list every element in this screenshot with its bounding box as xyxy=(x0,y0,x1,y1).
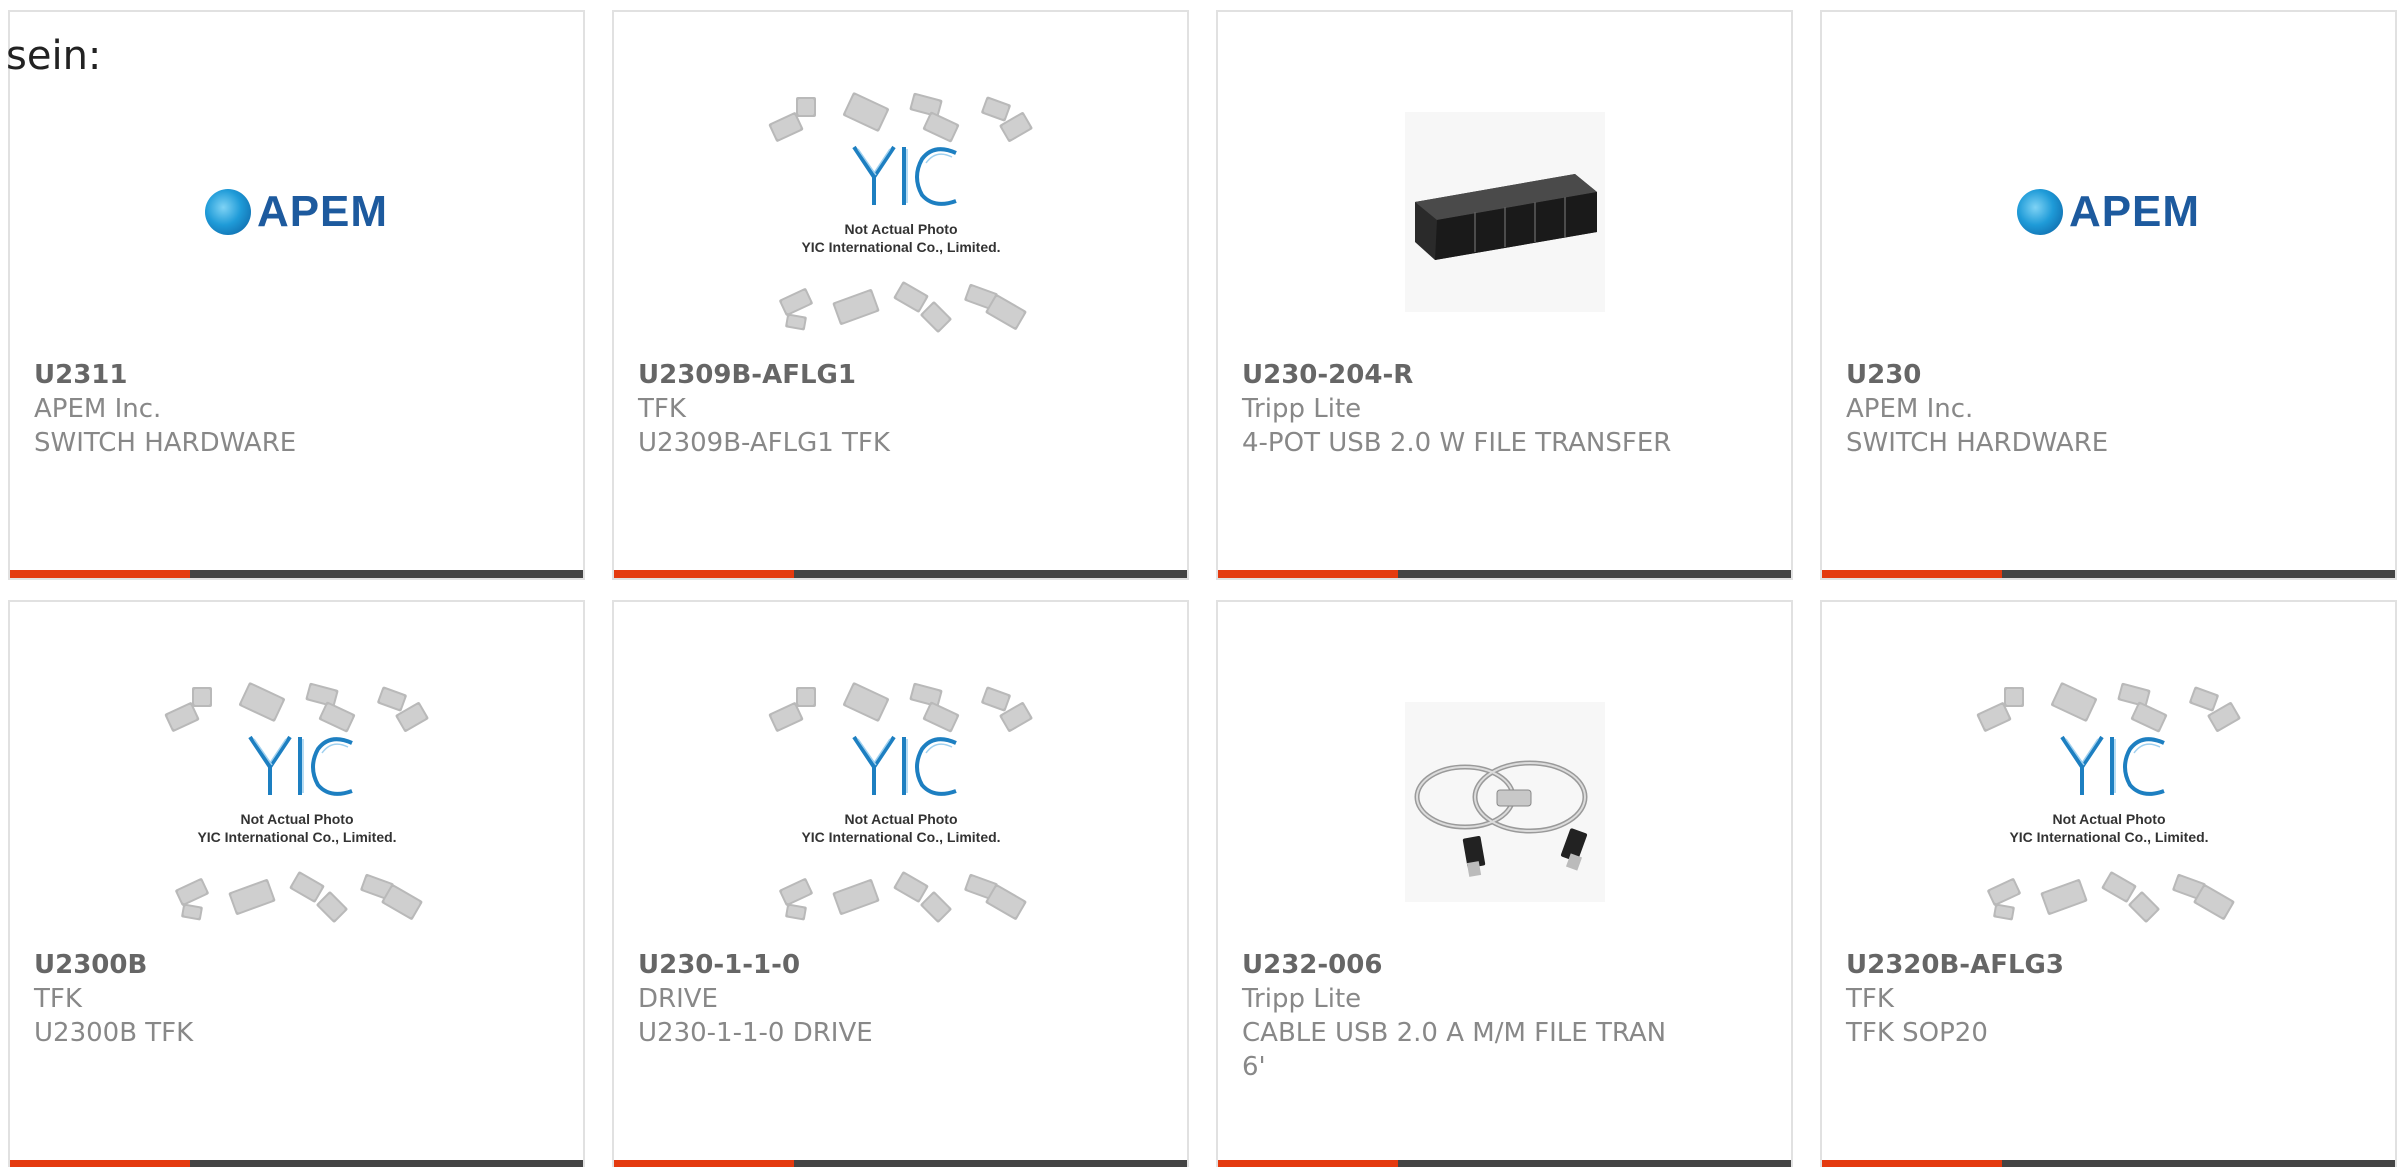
card-accent-bar xyxy=(1822,1160,2395,1167)
apem-logo-text: APEM xyxy=(256,187,389,236)
manufacturer-name: TFK xyxy=(1846,984,1894,1014)
product-description: 4-POT USB 2.0 W FILE TRANSFER xyxy=(1242,428,1672,458)
card-accent-bar xyxy=(1822,570,2395,578)
apem-logo-mark-icon xyxy=(204,189,251,235)
product-card[interactable]: U230-204-R Tripp Lite 4-POT USB 2.0 W FI… xyxy=(1216,10,1793,580)
card-accent-segment xyxy=(614,1160,794,1167)
product-description: U2300B TFK xyxy=(34,1018,194,1048)
card-bar-segment xyxy=(2002,1160,2395,1167)
manufacturer-name: DRIVE xyxy=(638,984,718,1014)
product-card[interactable]: Not Actual Photo YIC International Co., L… xyxy=(612,600,1189,1167)
manufacturer-name: Tripp Lite xyxy=(1242,984,1362,1014)
manufacturer-name: Tripp Lite xyxy=(1242,394,1362,424)
yic-caption-line1: Not Actual Photo xyxy=(844,811,957,827)
part-number-link[interactable]: U2300B xyxy=(34,948,559,982)
yic-caption-line2: YIC International Co., Limited. xyxy=(801,829,1000,845)
apem-logo: APEM xyxy=(204,187,389,237)
product-description: SWITCH HARDWARE xyxy=(1846,428,2109,458)
product-card[interactable]: Not Actual Photo YIC International Co., L… xyxy=(1820,600,2397,1167)
product-card[interactable]: Not Actual Photo YIC International Co., L… xyxy=(8,600,585,1167)
yic-caption-line1: Not Actual Photo xyxy=(240,811,353,827)
manufacturer-name: APEM Inc. xyxy=(34,394,162,424)
product-info: U2311 APEM Inc. SWITCH HARDWARE xyxy=(34,358,559,460)
product-description: U230-1-1-0 DRIVE xyxy=(638,1018,873,1048)
card-bar-segment xyxy=(1398,570,1791,578)
apem-logo: APEM xyxy=(2016,187,2201,237)
apem-logo-text: APEM xyxy=(2068,187,2201,236)
product-card[interactable]: U232-006 Tripp Lite CABLE USB 2.0 A M/M … xyxy=(1216,600,1793,1167)
yic-caption-line1: Not Actual Photo xyxy=(2052,811,2165,827)
yic-caption-line2: YIC International Co., Limited. xyxy=(197,829,396,845)
part-number-link[interactable]: U230-1-1-0 xyxy=(638,948,1163,982)
part-number-link[interactable]: U230-204-R xyxy=(1242,358,1767,392)
product-info: U2309B-AFLG1 TFK U2309B-AFLG1 TFK xyxy=(638,358,1163,460)
product-image[interactable]: APEM xyxy=(1822,72,2395,352)
product-card[interactable]: Not Actual Photo YIC International Co., L… xyxy=(612,10,1189,580)
yic-placeholder-icon: Not Actual Photo YIC International Co., L… xyxy=(768,92,1032,333)
product-image[interactable]: APEM xyxy=(10,72,583,352)
card-accent-segment xyxy=(614,570,794,578)
card-accent-bar xyxy=(10,570,583,578)
product-info: U230 APEM Inc. SWITCH HARDWARE xyxy=(1846,358,2371,460)
part-number-link[interactable]: U2309B-AFLG1 xyxy=(638,358,1163,392)
product-info: U230-204-R Tripp Lite 4-POT USB 2.0 W FI… xyxy=(1242,358,1767,460)
card-accent-segment xyxy=(1218,1160,1398,1167)
product-description: U2309B-AFLG1 TFK xyxy=(638,428,890,458)
card-accent-bar xyxy=(1218,570,1791,578)
product-image[interactable] xyxy=(1218,72,1791,352)
usb-hub-photo-icon xyxy=(1404,112,1605,312)
part-number-link[interactable]: U230 xyxy=(1846,358,2371,392)
stray-label: sein: xyxy=(6,33,102,79)
product-description: SWITCH HARDWARE xyxy=(34,428,297,458)
product-description: TFK SOP20 xyxy=(1846,1018,1988,1048)
card-accent-segment xyxy=(1218,570,1398,578)
product-grid-page: sein: APEM U2311 APEM Inc. SWITCH HARDWA… xyxy=(0,0,2400,1167)
product-image[interactable]: Not Actual Photo YIC International Co., L… xyxy=(614,72,1187,352)
usb-cable-photo-icon xyxy=(1404,702,1605,902)
card-accent-segment xyxy=(10,570,190,578)
part-number-link[interactable]: U2311 xyxy=(34,358,559,392)
manufacturer-name: TFK xyxy=(638,394,686,424)
product-info: U232-006 Tripp Lite CABLE USB 2.0 A M/M … xyxy=(1242,948,1767,1084)
card-bar-segment xyxy=(794,1160,1187,1167)
card-accent-bar xyxy=(10,1160,583,1167)
product-info: U2300B TFK U2300B TFK xyxy=(34,948,559,1050)
product-image[interactable]: Not Actual Photo YIC International Co., L… xyxy=(614,662,1187,942)
yic-caption-line2: YIC International Co., Limited. xyxy=(2009,829,2208,845)
yic-caption-line2: YIC International Co., Limited. xyxy=(801,239,1000,255)
card-bar-segment xyxy=(794,570,1187,578)
product-image[interactable]: Not Actual Photo YIC International Co., L… xyxy=(10,662,583,942)
product-card[interactable]: APEM U2311 APEM Inc. SWITCH HARDWARE xyxy=(8,10,585,580)
product-info: U2320B-AFLG3 TFK TFK SOP20 xyxy=(1846,948,2371,1050)
card-accent-bar xyxy=(614,570,1187,578)
card-accent-bar xyxy=(614,1160,1187,1167)
card-accent-segment xyxy=(1822,1160,2002,1167)
yic-placeholder-icon: Not Actual Photo YIC International Co., L… xyxy=(768,682,1032,923)
card-bar-segment xyxy=(1398,1160,1791,1167)
part-number-link[interactable]: U2320B-AFLG3 xyxy=(1846,948,2371,982)
part-number-link[interactable]: U232-006 xyxy=(1242,948,1767,982)
manufacturer-name: TFK xyxy=(34,984,82,1014)
product-info: U230-1-1-0 DRIVE U230-1-1-0 DRIVE xyxy=(638,948,1163,1050)
apem-logo-mark-icon xyxy=(2016,189,2063,235)
yic-placeholder-icon: Not Actual Photo YIC International Co., L… xyxy=(164,682,428,923)
card-bar-segment xyxy=(190,1160,583,1167)
card-accent-segment xyxy=(10,1160,190,1167)
card-bar-segment xyxy=(2002,570,2395,578)
card-bar-segment xyxy=(190,570,583,578)
card-accent-bar xyxy=(1218,1160,1791,1167)
product-card[interactable]: APEM U230 APEM Inc. SWITCH HARDWARE xyxy=(1820,10,2397,580)
yic-placeholder-icon: Not Actual Photo YIC International Co., L… xyxy=(1976,682,2240,923)
product-image[interactable]: Not Actual Photo YIC International Co., L… xyxy=(1822,662,2395,942)
manufacturer-name: APEM Inc. xyxy=(1846,394,1974,424)
product-image[interactable] xyxy=(1218,662,1791,942)
product-description: CABLE USB 2.0 A M/M FILE TRAN 6' xyxy=(1242,1018,1667,1082)
card-accent-segment xyxy=(1822,570,2002,578)
yic-caption-line1: Not Actual Photo xyxy=(844,221,957,237)
